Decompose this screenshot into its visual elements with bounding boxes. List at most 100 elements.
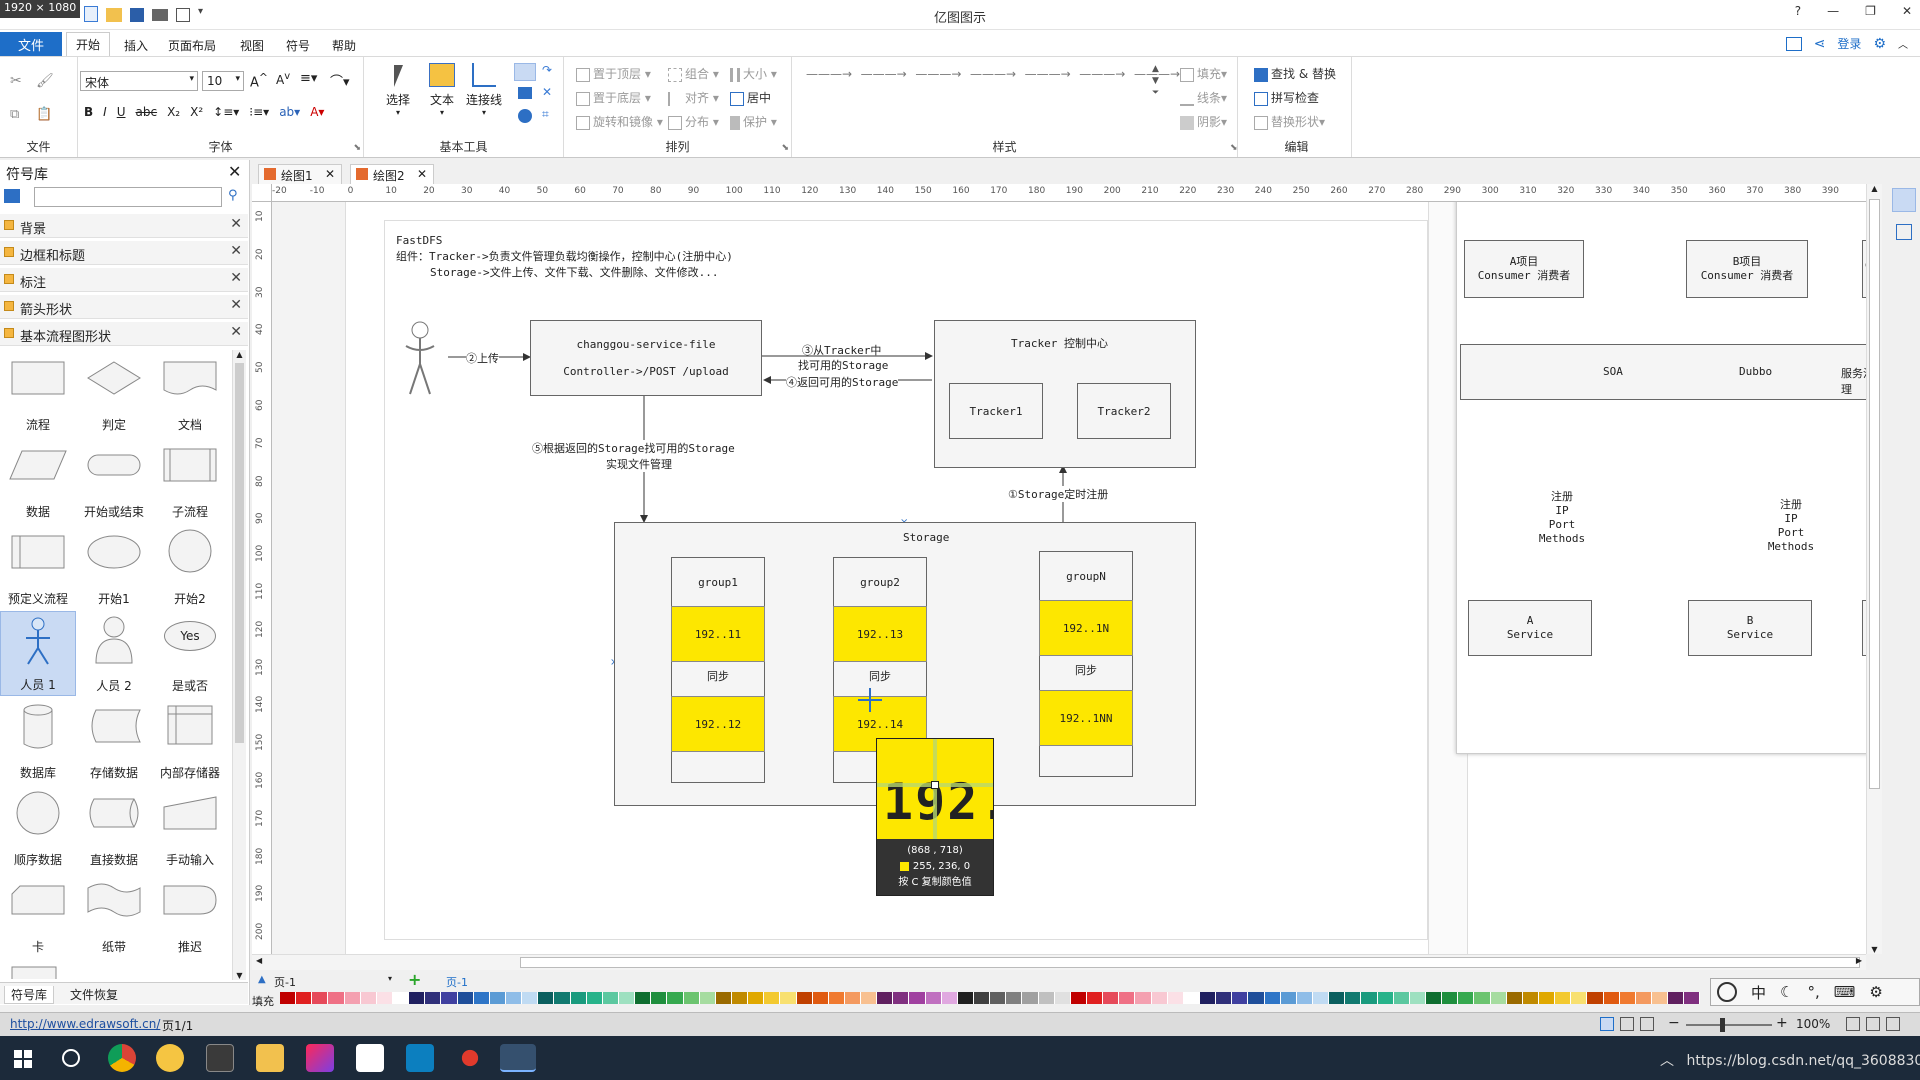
java-app-icon[interactable]: [406, 1044, 434, 1072]
font-size-select[interactable]: 10 ▾: [202, 71, 244, 91]
shape-process[interactable]: 流程: [0, 350, 76, 435]
tab-file-recovery[interactable]: 文件恢复: [70, 986, 118, 1003]
find-replace-button[interactable]: 查找 & 替换: [1254, 65, 1336, 82]
color-swatch[interactable]: [1555, 992, 1572, 1004]
line-button[interactable]: 线条▾: [1180, 89, 1227, 106]
color-swatch[interactable]: [1587, 992, 1604, 1004]
color-swatch[interactable]: [748, 992, 765, 1004]
page-up-icon[interactable]: ▲: [258, 974, 266, 985]
minimize-icon[interactable]: —: [1827, 4, 1839, 18]
shape-direct-data[interactable]: 直接数据: [76, 785, 152, 870]
color-swatch[interactable]: [1361, 992, 1378, 1004]
color-swatch[interactable]: [1167, 992, 1184, 1004]
zoom-in-icon[interactable]: +: [1776, 1015, 1788, 1031]
library-category-callouts[interactable]: 标注 ✕: [0, 268, 248, 292]
arrow-style-2-icon[interactable]: ———→: [861, 67, 907, 81]
tracker-box[interactable]: Tracker 控制中心 Tracker1 Tracker2: [934, 320, 1196, 468]
spell-check-button[interactable]: 拼写检查: [1254, 89, 1319, 106]
scroll-down-icon[interactable]: ▼: [233, 971, 246, 980]
color-swatch[interactable]: [780, 992, 797, 1004]
project-b-box[interactable]: B项目 Consumer 消费者: [1686, 240, 1808, 298]
screenshot-tool-icon[interactable]: [206, 1044, 234, 1072]
ellipse-icon[interactable]: [518, 109, 532, 123]
font-grow-icon[interactable]: A^: [250, 71, 268, 90]
browser-app-icon[interactable]: [456, 1044, 484, 1072]
color-swatch[interactable]: [861, 992, 878, 1004]
color-swatch[interactable]: [1070, 992, 1088, 1004]
center-button[interactable]: 居中: [730, 89, 771, 106]
color-swatch[interactable]: [1280, 992, 1297, 1004]
settings-gear-icon[interactable]: ⚙: [1873, 36, 1886, 52]
status-url-link[interactable]: http://www.edrawsoft.cn/: [10, 1017, 160, 1031]
user-profile-icon[interactable]: [1892, 188, 1916, 212]
close-icon[interactable]: ✕: [230, 243, 242, 259]
scroll-right-icon[interactable]: ▶: [1856, 956, 1862, 965]
cross-icon[interactable]: ✕: [542, 85, 552, 99]
file-explorer-icon[interactable]: [256, 1044, 284, 1072]
library-menu-icon[interactable]: [4, 189, 20, 203]
color-swatch[interactable]: [1522, 992, 1539, 1004]
scroll-thumb[interactable]: [520, 957, 1860, 968]
color-swatch[interactable]: [699, 992, 716, 1004]
rectangle-icon[interactable]: [518, 87, 532, 99]
typora-icon[interactable]: [356, 1044, 384, 1072]
color-swatch[interactable]: [1490, 992, 1507, 1004]
color-swatch[interactable]: [1103, 992, 1120, 1004]
connector-tool-button[interactable]: 连接线 ▾: [462, 61, 506, 117]
library-close-icon[interactable]: ✕: [228, 162, 241, 181]
color-swatch[interactable]: [312, 992, 329, 1004]
library-category-background[interactable]: 背景 ✕: [0, 214, 248, 238]
shape-predefined[interactable]: 预定义流程: [0, 524, 76, 609]
font-name-select[interactable]: 宋体 ▾: [80, 71, 198, 91]
color-swatch[interactable]: [635, 992, 652, 1004]
color-swatch[interactable]: [586, 992, 603, 1004]
color-swatch[interactable]: [1264, 992, 1281, 1004]
close-icon[interactable]: ✕: [1902, 4, 1912, 18]
color-swatch[interactable]: [1538, 992, 1556, 1004]
bullets-icon[interactable]: ⁝≡▾: [249, 105, 269, 119]
zoom-level[interactable]: 100%: [1796, 1017, 1830, 1031]
line-draw-icon[interactable]: [514, 63, 536, 81]
color-swatch[interactable]: [1151, 992, 1168, 1004]
color-swatch[interactable]: [1022, 992, 1039, 1004]
color-swatch[interactable]: [1232, 992, 1249, 1004]
color-swatch[interactable]: [731, 992, 749, 1004]
color-swatch[interactable]: [683, 992, 700, 1004]
color-swatch[interactable]: [844, 992, 862, 1004]
search-icon[interactable]: ⚲: [228, 188, 238, 203]
color-swatch[interactable]: [1216, 992, 1233, 1004]
scroll-up-icon[interactable]: ▲: [1867, 184, 1882, 193]
paragraph-align-icon[interactable]: ≡▾: [300, 71, 317, 86]
fit-width-icon[interactable]: [1866, 1017, 1880, 1031]
color-swatch[interactable]: [1474, 992, 1491, 1004]
color-swatch[interactable]: [1425, 992, 1443, 1004]
color-swatch[interactable]: [1409, 992, 1426, 1004]
color-swatch[interactable]: [1442, 992, 1459, 1004]
ime-punct-icon[interactable]: °,: [1807, 983, 1819, 1001]
highlight-icon[interactable]: ab▾: [279, 105, 300, 119]
edit-panel-icon[interactable]: [1896, 224, 1912, 240]
color-swatch[interactable]: [280, 992, 297, 1004]
fullscreen-icon[interactable]: [1886, 1017, 1900, 1031]
restore-icon[interactable]: ❐: [1865, 4, 1876, 18]
color-swatch[interactable]: [715, 992, 732, 1004]
color-swatch[interactable]: [522, 992, 539, 1004]
arrange-dialog-launcher-icon[interactable]: ⬊: [781, 143, 789, 153]
arrow-style-1-icon[interactable]: ———→: [806, 67, 852, 81]
color-swatch[interactable]: [667, 992, 684, 1004]
groupN-box[interactable]: groupN 192..1N 同步 192..1NN: [1039, 551, 1133, 777]
color-swatch[interactable]: [1200, 992, 1217, 1004]
color-swatch[interactable]: [538, 992, 555, 1004]
style-dialog-launcher-icon[interactable]: ⬊: [1230, 143, 1238, 153]
color-swatch[interactable]: [505, 992, 523, 1004]
library-category-borders[interactable]: 边框和标题 ✕: [0, 241, 248, 265]
collapse-ribbon-icon[interactable]: ︿: [1898, 36, 1908, 51]
color-swatch[interactable]: [376, 992, 393, 1004]
select-tool-button[interactable]: 选择 ▾: [378, 61, 418, 117]
shadow-button[interactable]: 阴影▾: [1180, 113, 1227, 130]
duck-app-icon[interactable]: [156, 1044, 184, 1072]
color-swatch[interactable]: [1135, 992, 1152, 1004]
color-swatch[interactable]: [909, 992, 926, 1004]
color-swatch[interactable]: [1506, 992, 1523, 1004]
color-swatch[interactable]: [990, 992, 1007, 1004]
